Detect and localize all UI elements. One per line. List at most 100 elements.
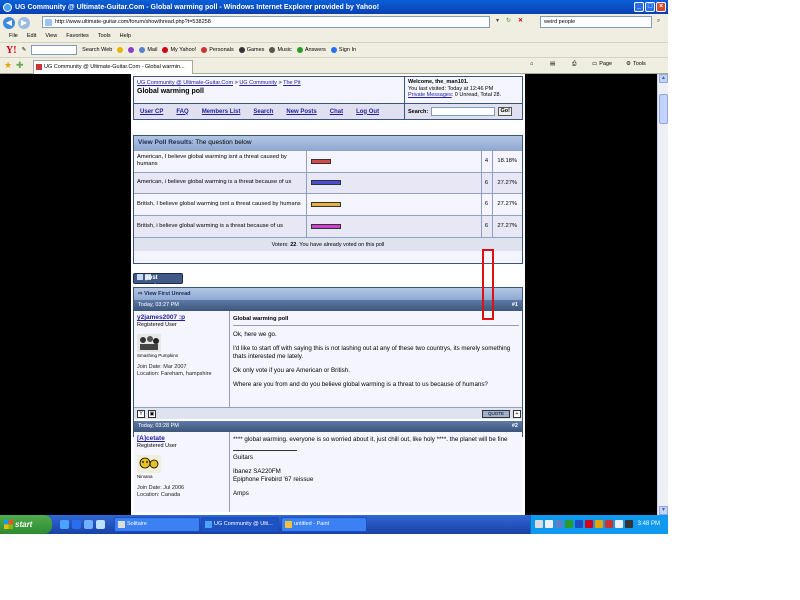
page-menu[interactable]: ▭ Page — [592, 61, 612, 67]
music-button[interactable]: Music — [269, 47, 292, 53]
quote-button[interactable]: QUOTE — [482, 410, 510, 418]
minimize-button[interactable]: _ — [634, 2, 644, 12]
task-ie[interactable]: UG Community @ Ulti... — [201, 517, 279, 532]
yahoo-im-icon[interactable]: Y — [137, 410, 145, 418]
address-bar[interactable]: http://www.ultimate-guitar.com/forum/sho… — [42, 16, 490, 28]
nav-user-cp[interactable]: User CP — [140, 109, 163, 115]
window-titlebar[interactable]: UG Community @ Ultimate-Guitar.Com - Glo… — [0, 0, 668, 14]
add-favorites-icon[interactable]: ✚ — [16, 61, 24, 70]
page-icon — [45, 19, 52, 26]
report-icon[interactable]: ▣ — [148, 410, 156, 418]
private-messages-link[interactable]: Private Messages — [408, 92, 452, 98]
feeds-icon[interactable]: ▤ — [550, 61, 555, 67]
post-number-link[interactable]: #1 — [512, 300, 518, 311]
menu-file[interactable]: File — [9, 31, 18, 42]
tray-icon[interactable] — [615, 520, 623, 528]
post-footer: Y ▣ QUOTE + — [134, 407, 522, 419]
window-controls: _ □ × — [634, 2, 666, 12]
mail-button[interactable]: Mail — [139, 47, 157, 53]
nav-search[interactable]: Search — [253, 109, 273, 115]
search-go-icon[interactable]: ⌕ — [654, 17, 663, 26]
desktop-screen: UG Community @ Ultimate-Guitar.Com - Glo… — [0, 0, 668, 534]
breadcrumb-community[interactable]: UG Community — [239, 80, 277, 86]
my-yahoo-button[interactable]: My Yahoo! — [162, 47, 196, 53]
view-first-unread-link[interactable]: ⇨ View First Unread — [134, 288, 522, 300]
breadcrumb: UG Community @ Ultimate-Guitar.Com > UG … — [137, 80, 301, 86]
scroll-thumb[interactable] — [659, 94, 668, 124]
post-header: Today, 03:27 PM #1 — [134, 300, 522, 311]
refresh-icon[interactable]: ↻ — [504, 17, 513, 26]
yahoo-logo[interactable]: Y! — [6, 45, 17, 56]
nav-faq[interactable]: FAQ — [176, 109, 188, 115]
tray-icon[interactable] — [555, 520, 563, 528]
print-icon[interactable]: ⎙ — [572, 61, 576, 68]
breadcrumb-site[interactable]: UG Community @ Ultimate-Guitar.Com — [137, 80, 233, 86]
ie-quicklaunch-icon[interactable] — [60, 520, 69, 529]
poll-option-row: American, i believe global warming is a … — [134, 171, 522, 194]
back-button[interactable]: ◀ — [3, 16, 15, 29]
task-label: Solitaire — [127, 521, 147, 527]
voters-rest: . You have already voted on this poll — [296, 241, 385, 248]
home-icon[interactable]: ⌂ — [530, 61, 533, 67]
search-input[interactable]: weird people — [540, 16, 652, 28]
post-reply-button[interactable]: post reply — [133, 273, 183, 290]
media-quicklaunch-icon[interactable] — [96, 520, 105, 529]
post-username[interactable]: [A]cetate — [137, 435, 226, 442]
sign-in-button[interactable]: Sign In — [330, 47, 356, 53]
scroll-down-icon[interactable]: ▾ — [659, 506, 668, 515]
personals-button[interactable]: Personals — [201, 47, 234, 53]
poll-header: View Poll Results: The question below — [134, 136, 522, 150]
tray-icon[interactable] — [595, 520, 603, 528]
task-paint[interactable]: untitled - Paint — [281, 517, 367, 532]
start-button[interactable]: start — [0, 515, 52, 534]
answers-button[interactable]: Answers — [296, 47, 326, 53]
forum-search-go-button[interactable]: Go! — [498, 107, 513, 116]
nav-log-out[interactable]: Log Out — [356, 109, 379, 115]
forum-search-input[interactable] — [431, 107, 496, 116]
maximize-button[interactable]: □ — [645, 2, 655, 12]
avatar-image — [137, 455, 161, 473]
tools-menu[interactable]: ⚙ Tools — [626, 61, 646, 67]
outlook-quicklaunch-icon[interactable] — [72, 520, 81, 529]
forward-button[interactable]: ▶ — [18, 16, 30, 29]
menu-view[interactable]: View — [45, 31, 57, 42]
menu-favorites[interactable]: Favorites — [66, 31, 89, 42]
pencil-icon[interactable]: ✎ — [22, 47, 27, 53]
tray-icon[interactable] — [575, 520, 583, 528]
voters-label: Voters — [271, 241, 288, 248]
post-username[interactable]: y2james2007 :p — [137, 314, 226, 321]
gear-icon: ⚙ — [626, 61, 631, 67]
search-web-button[interactable]: Search Web — [82, 47, 112, 53]
menu-edit[interactable]: Edit — [27, 31, 36, 42]
stop-icon[interactable]: ✕ — [516, 17, 525, 26]
nav-members-list[interactable]: Members List — [202, 109, 241, 115]
tray-icon[interactable] — [565, 520, 573, 528]
post-number-link[interactable]: #2 — [512, 421, 518, 432]
breadcrumb-the-pit[interactable]: The Pit — [283, 80, 300, 86]
signature-line: Epiphone Firebird '67 reissue — [233, 476, 314, 483]
poll-option-row: British, I believe global warming isnt a… — [134, 193, 522, 216]
tab-current[interactable]: UG Community @ Ultimate-Guitar.Com - Glo… — [33, 60, 193, 74]
menu-tools[interactable]: Tools — [98, 31, 111, 42]
smiley-icon[interactable] — [117, 47, 124, 53]
volume-icon[interactable] — [625, 520, 633, 528]
favorites-star-icon[interactable]: ★ — [4, 61, 12, 70]
multiquote-icon[interactable]: + — [513, 410, 521, 418]
dropdown-icon[interactable]: ▾ — [493, 17, 502, 26]
reply-icon — [137, 274, 143, 281]
tray-icon[interactable] — [535, 520, 543, 528]
close-button[interactable]: × — [656, 2, 666, 12]
tray-icon[interactable] — [545, 520, 553, 528]
tray-icon[interactable] — [605, 520, 613, 528]
nav-new-posts[interactable]: New Posts — [286, 109, 316, 115]
games-button[interactable]: Games — [238, 47, 264, 53]
menu-help[interactable]: Help — [120, 31, 131, 42]
purple-icon[interactable] — [128, 47, 135, 53]
yahoo-search-input[interactable] — [31, 45, 78, 55]
desktop-quicklaunch-icon[interactable] — [84, 520, 93, 529]
task-solitaire[interactable]: Solitaire — [114, 517, 200, 532]
nav-chat[interactable]: Chat — [330, 109, 343, 115]
tray-icon[interactable] — [585, 520, 593, 528]
vertical-scrollbar[interactable]: ▴ ▾ — [657, 74, 668, 515]
scroll-up-icon[interactable]: ▴ — [659, 74, 668, 83]
